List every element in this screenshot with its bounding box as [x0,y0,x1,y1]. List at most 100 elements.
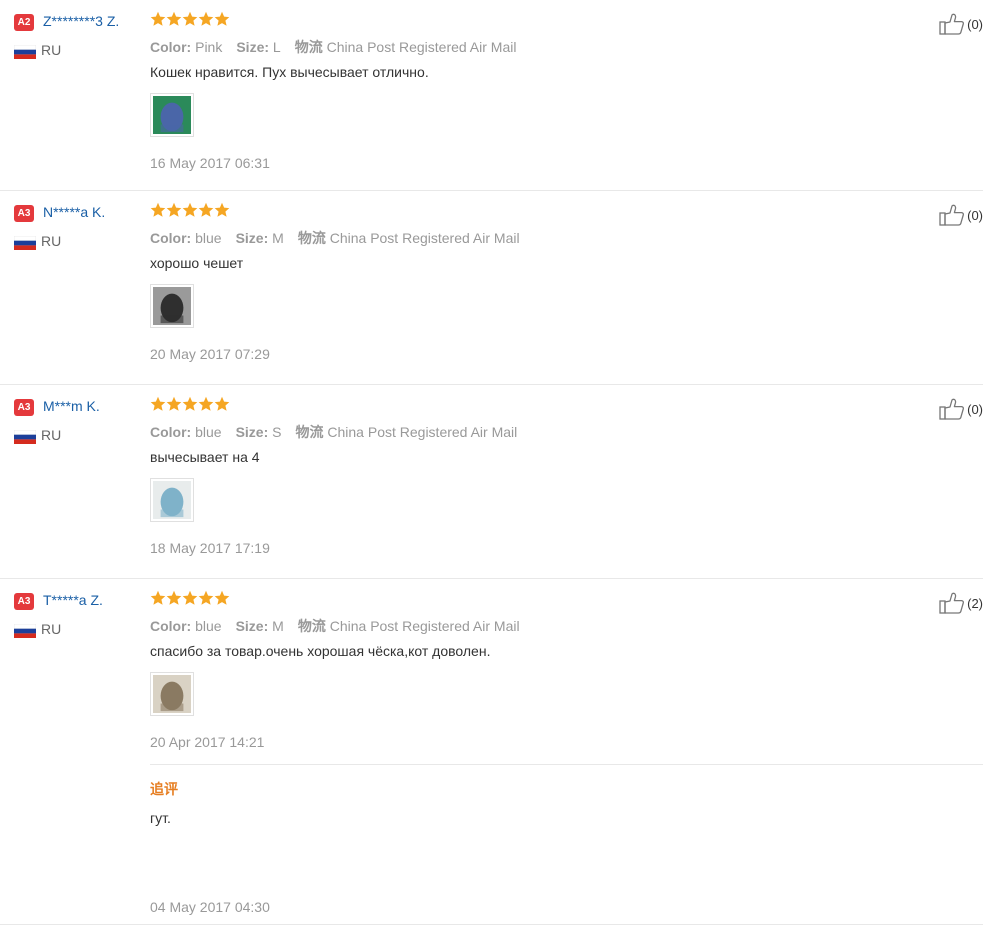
star-rating [150,11,230,27]
color-label: Color: [150,424,192,440]
color-value: Pink [195,39,223,55]
color-value: blue [195,230,222,246]
russia-flag-icon [14,430,36,444]
review-comment: Кошек нравится. Пух вычесывает отлично. [150,64,429,80]
star-rating [150,396,230,412]
buyer-level-badge: A2 [14,14,34,31]
review-photo-thumbnail[interactable] [150,284,194,328]
thumbs-up-icon [939,204,965,226]
buyer-name-link[interactable]: M***m K. [43,398,100,414]
order-attributes: Color: Pink Size: L 物流 China Post Register… [150,37,516,57]
review-photo-thumbnail[interactable] [150,93,194,137]
review-item: A3 N*****a K. RU Color: blue Size: M 物流 China… [0,191,983,385]
russia-flag-icon [14,624,36,638]
logistics-label: 物流 [295,424,324,440]
star-icon [214,11,230,26]
star-icon [214,590,230,605]
size-value: S [272,424,282,440]
size-label: Size: [235,424,269,440]
logistics-label: 物流 [294,39,323,55]
size-value: M [272,618,284,634]
logistics-label: 物流 [297,618,326,634]
review-photo-thumbnail[interactable] [150,672,194,716]
review-date: 20 Apr 2017 14:21 [150,734,265,750]
followup-date: 04 May 2017 04:30 [150,899,270,915]
buyer-level-badge: A3 [14,593,34,610]
logistics-value: China Post Registered Air Mail [327,424,518,440]
star-rating [150,202,230,218]
buyer-country: RU [41,233,62,249]
star-icon [166,11,182,26]
star-icon [150,202,166,217]
review-list: A2 Z********3 Z. RU Color: Pink Size: L 物流 Ch… [0,0,1000,925]
followup-title: 追评 [150,781,178,797]
buyer-country: RU [41,427,62,443]
review-date: 16 May 2017 06:31 [150,155,270,171]
russia-flag-icon [14,45,36,59]
logistics-value: China Post Registered Air Mail [329,230,520,246]
buyer-level-badge: A3 [14,205,34,222]
size-value: M [272,230,284,246]
review-date: 20 May 2017 07:29 [150,346,270,362]
star-icon [198,396,214,411]
star-rating [150,590,230,606]
helpful-vote-button[interactable]: (0) [939,398,983,420]
color-value: blue [195,618,222,634]
review-photo-thumbnail[interactable] [150,478,194,522]
star-icon [166,202,182,217]
helpful-count: (2) [967,595,983,611]
review-comment: вычесывает на 4 [150,449,260,465]
followup-divider [150,764,983,765]
star-icon [182,11,198,26]
helpful-vote-button[interactable]: (0) [939,13,983,35]
buyer-level-badge: A3 [14,399,34,416]
thumbs-up-icon [939,13,965,35]
review-photo-image [153,287,191,325]
review-photo-image [153,675,191,713]
star-icon [150,396,166,411]
helpful-count: (0) [967,16,983,32]
review-comment: хорошо чешет [150,255,244,271]
buyer-name-link[interactable]: Z********3 Z. [43,13,119,29]
size-value: L [272,39,281,55]
size-label: Size: [235,618,269,634]
star-icon [214,396,230,411]
star-icon [166,396,182,411]
order-attributes: Color: blue Size: M 物流 China Post Register… [150,228,520,248]
star-icon [150,11,166,26]
review-item: A2 Z********3 Z. RU Color: Pink Size: L 物流 Ch… [0,0,983,191]
review-comment: спасибо за товар.очень хорошая чёска,кот… [150,643,491,659]
star-icon [198,11,214,26]
helpful-count: (0) [967,207,983,223]
star-icon [214,202,230,217]
review-item: A3 M***m K. RU Color: blue Size: S 物流 China P… [0,385,983,579]
size-label: Size: [236,39,270,55]
logistics-value: China Post Registered Air Mail [326,39,517,55]
star-icon [182,396,198,411]
logistics-value: China Post Registered Air Mail [329,618,520,634]
thumbs-up-icon [939,592,965,614]
followup-text: гут. [150,810,171,826]
review-item: A3 T*****a Z. RU Color: blue Size: M 物流 China… [0,579,983,925]
helpful-vote-button[interactable]: (0) [939,204,983,226]
color-label: Color: [150,230,192,246]
buyer-country: RU [41,42,62,58]
star-icon [182,590,198,605]
star-icon [150,590,166,605]
review-date: 18 May 2017 17:19 [150,540,270,556]
color-value: blue [195,424,222,440]
helpful-count: (0) [967,401,983,417]
size-label: Size: [235,230,269,246]
review-photo-image [153,481,191,519]
russia-flag-icon [14,236,36,250]
star-icon [198,590,214,605]
helpful-vote-button[interactable]: (2) [939,592,983,614]
color-label: Color: [150,618,192,634]
thumbs-up-icon [939,398,965,420]
color-label: Color: [150,39,192,55]
buyer-country: RU [41,621,62,637]
buyer-name-link[interactable]: N*****a K. [43,204,105,220]
logistics-label: 物流 [297,230,326,246]
star-icon [166,590,182,605]
buyer-name-link[interactable]: T*****a Z. [43,592,103,608]
